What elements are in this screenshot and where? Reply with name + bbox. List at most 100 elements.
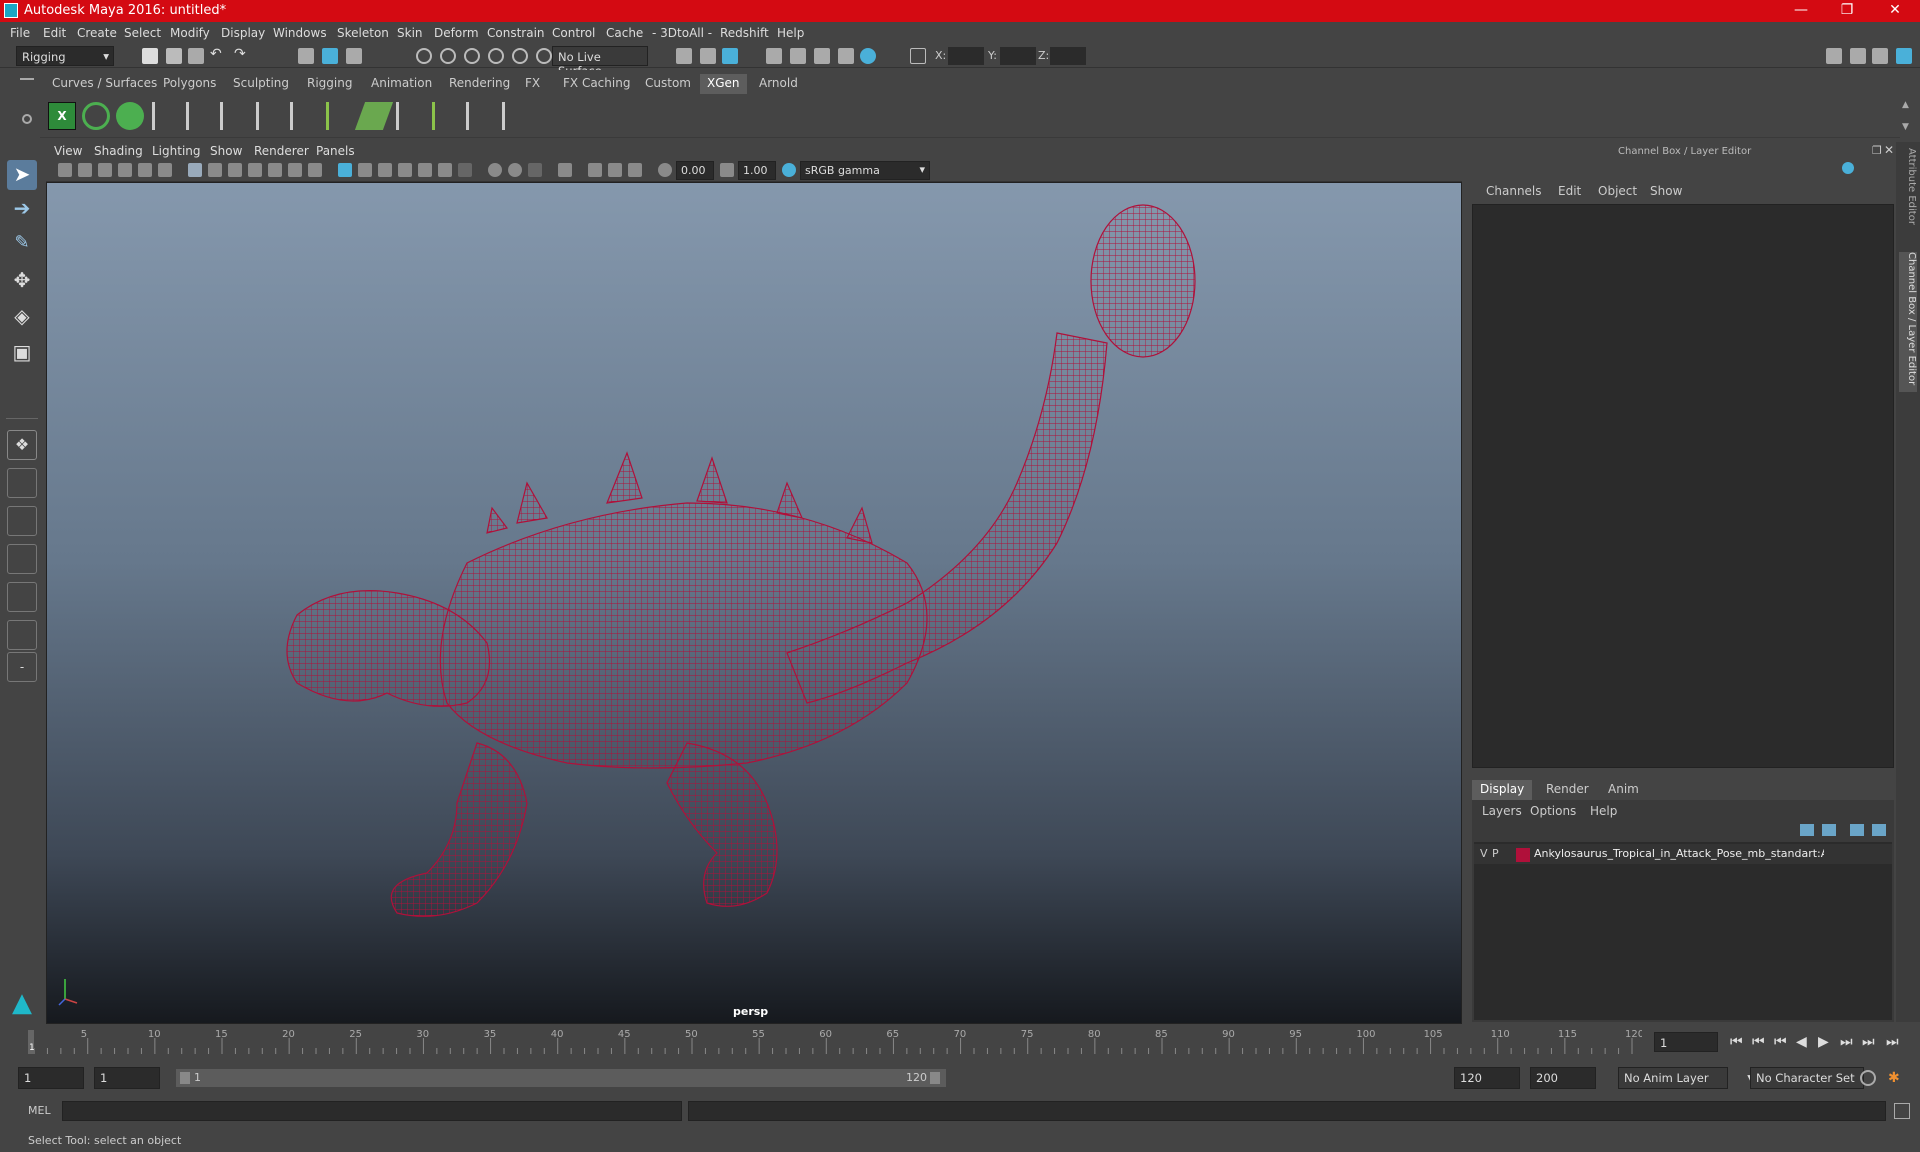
snap-grid-icon[interactable] <box>416 48 432 64</box>
mode-dropdown[interactable]: Rigging ▾ <box>16 46 114 66</box>
tab-render[interactable]: Render <box>1538 780 1597 800</box>
menu-3dtoall[interactable]: - 3DtoAll - <box>652 26 712 40</box>
animation-preferences-icon[interactable] <box>1860 1070 1876 1086</box>
tab-channel-box-layer-editor[interactable]: Channel Box / Layer Editor <box>1899 252 1917 392</box>
command-language-label[interactable]: MEL <box>28 1104 51 1117</box>
rotate-tool-icon[interactable]: ◈ <box>7 304 37 334</box>
resolution-gate-icon[interactable] <box>228 163 242 177</box>
menu-windows[interactable]: Windows <box>273 26 327 40</box>
film-gate-icon[interactable] <box>208 163 222 177</box>
close-button[interactable]: ✕ <box>1872 0 1918 22</box>
tab-custom[interactable]: Custom <box>638 74 698 94</box>
single-pane-layout-icon[interactable]: ❖ <box>7 430 37 460</box>
snap-magnet-icon[interactable] <box>536 48 552 64</box>
float-panel-icon[interactable]: ❐ <box>1872 144 1882 157</box>
bookmark-icon[interactable] <box>98 163 112 177</box>
viewport-menu-view[interactable]: View <box>54 144 82 158</box>
xgen-layers-icon[interactable] <box>354 102 394 130</box>
shelf-scroll-down-icon[interactable]: ▼ <box>1902 122 1909 132</box>
textured-icon[interactable] <box>398 163 412 177</box>
snap-view-icon[interactable] <box>488 48 504 64</box>
camera-select-icon[interactable] <box>58 163 72 177</box>
menu-help[interactable]: Help <box>777 26 804 40</box>
transform-mode-icon[interactable] <box>910 48 926 64</box>
playback-start-field[interactable]: 1 <box>94 1067 160 1089</box>
command-input[interactable] <box>62 1101 682 1121</box>
menu-options[interactable]: Options <box>1530 804 1576 818</box>
tab-anim[interactable]: Anim <box>1600 780 1647 800</box>
script-editor-icon[interactable] <box>1894 1103 1910 1119</box>
render-view-icon[interactable] <box>766 48 782 64</box>
default-lighting-icon[interactable] <box>378 163 392 177</box>
go-to-start-icon[interactable]: ⏮ <box>1730 1034 1743 1050</box>
ankylosaurus-model[interactable] <box>286 204 1196 917</box>
isolate-select-icon[interactable] <box>558 163 572 177</box>
move-layer-down-icon[interactable] <box>1822 824 1836 836</box>
xgen-interactive-groom-icon[interactable] <box>432 102 460 130</box>
range-start-handle[interactable] <box>180 1072 190 1084</box>
anim-layer-dropdown[interactable]: No Anim Layer▾ <box>1618 1067 1753 1089</box>
select-object-icon[interactable] <box>322 48 338 64</box>
layer-color-swatch[interactable] <box>1516 848 1530 862</box>
close-panel-icon[interactable]: ✕ <box>1884 143 1894 157</box>
undo-icon[interactable]: ↶ <box>210 46 226 62</box>
z-field[interactable] <box>1050 47 1086 65</box>
tool-settings-toggle-icon[interactable] <box>1872 48 1888 64</box>
select-component-icon[interactable] <box>346 48 362 64</box>
menu-create[interactable]: Create <box>77 26 117 40</box>
gamma-icon[interactable] <box>720 163 734 177</box>
lasso-tool-icon[interactable]: ➔ <box>7 196 37 226</box>
tab-curves-surfaces[interactable]: Curves / Surfaces <box>45 74 164 94</box>
2d-pan-zoom-icon[interactable] <box>138 163 152 177</box>
move-tool-icon[interactable]: ✥ <box>7 268 37 298</box>
xgen-editor-icon[interactable]: X <box>48 102 76 130</box>
channel-box-toggle-icon[interactable] <box>1896 48 1912 64</box>
attribute-editor-toggle-icon[interactable] <box>1850 48 1866 64</box>
smooth-shading-icon[interactable] <box>358 163 372 177</box>
ankylosaurus-wireframe-mesh[interactable] <box>47 183 1461 1023</box>
play-backwards-icon[interactable]: ◀ <box>1796 1034 1807 1050</box>
minimize-button[interactable]: — <box>1778 0 1824 22</box>
motion-blur-icon[interactable] <box>488 163 502 177</box>
channel-list[interactable] <box>1472 204 1894 768</box>
menu-deform[interactable]: Deform <box>434 26 479 40</box>
color-space-dropdown[interactable]: sRGB gamma ▾ <box>800 161 930 180</box>
use-all-lights-icon[interactable] <box>418 163 432 177</box>
xray-joints-icon[interactable] <box>628 163 642 177</box>
wireframe-shading-icon[interactable] <box>338 163 352 177</box>
menu-redshift[interactable]: Redshift <box>720 26 769 40</box>
channel-box-mode-icon[interactable] <box>1842 162 1854 174</box>
graph-persp-layout-icon[interactable] <box>7 544 37 574</box>
layer-visibility-toggle[interactable]: V <box>1480 847 1488 860</box>
y-field[interactable] <box>1000 47 1036 65</box>
viewport-menu-shading[interactable]: Shading <box>94 144 143 158</box>
gate-mask-icon[interactable] <box>248 163 262 177</box>
grease-pencil-icon[interactable] <box>158 163 172 177</box>
camera-attributes-icon[interactable] <box>78 163 92 177</box>
shelf-settings-gear-icon[interactable] <box>22 114 32 124</box>
menu-cb-edit[interactable]: Edit <box>1558 184 1581 198</box>
x-field[interactable] <box>948 47 984 65</box>
restore-button[interactable]: ❐ <box>1824 0 1870 22</box>
menu-display[interactable]: Display <box>221 26 265 40</box>
tab-fx[interactable]: FX <box>518 74 547 94</box>
time-slider[interactable]: 5 10 15 20 25 30 35 40 45 50 55 60 65 70 75 80 85 90 95 100… <box>28 1028 1644 1056</box>
viewport-menu-panels[interactable]: Panels <box>316 144 355 158</box>
auto-key-icon[interactable]: ✱ <box>1888 1070 1904 1086</box>
tab-polygons[interactable]: Polygons <box>156 74 223 94</box>
render-settings-icon[interactable] <box>838 48 854 64</box>
tab-display[interactable]: Display <box>1472 780 1533 800</box>
xray-icon[interactable] <box>588 163 602 177</box>
range-end-handle[interactable] <box>930 1072 940 1084</box>
xgen-preview-icon[interactable] <box>82 102 110 130</box>
image-plane-icon[interactable] <box>118 163 132 177</box>
hypershade-icon[interactable] <box>860 48 876 64</box>
redo-icon[interactable]: ↷ <box>234 46 250 62</box>
render-frame-icon[interactable] <box>790 48 806 64</box>
output-ops-icon[interactable] <box>700 48 716 64</box>
tab-rigging[interactable]: Rigging <box>300 74 359 94</box>
gamma-field[interactable]: 1.00 <box>738 161 776 180</box>
open-scene-icon[interactable] <box>166 48 182 64</box>
two-pane-layout-icon[interactable] <box>7 620 37 650</box>
screen-space-ao-icon[interactable] <box>458 163 472 177</box>
